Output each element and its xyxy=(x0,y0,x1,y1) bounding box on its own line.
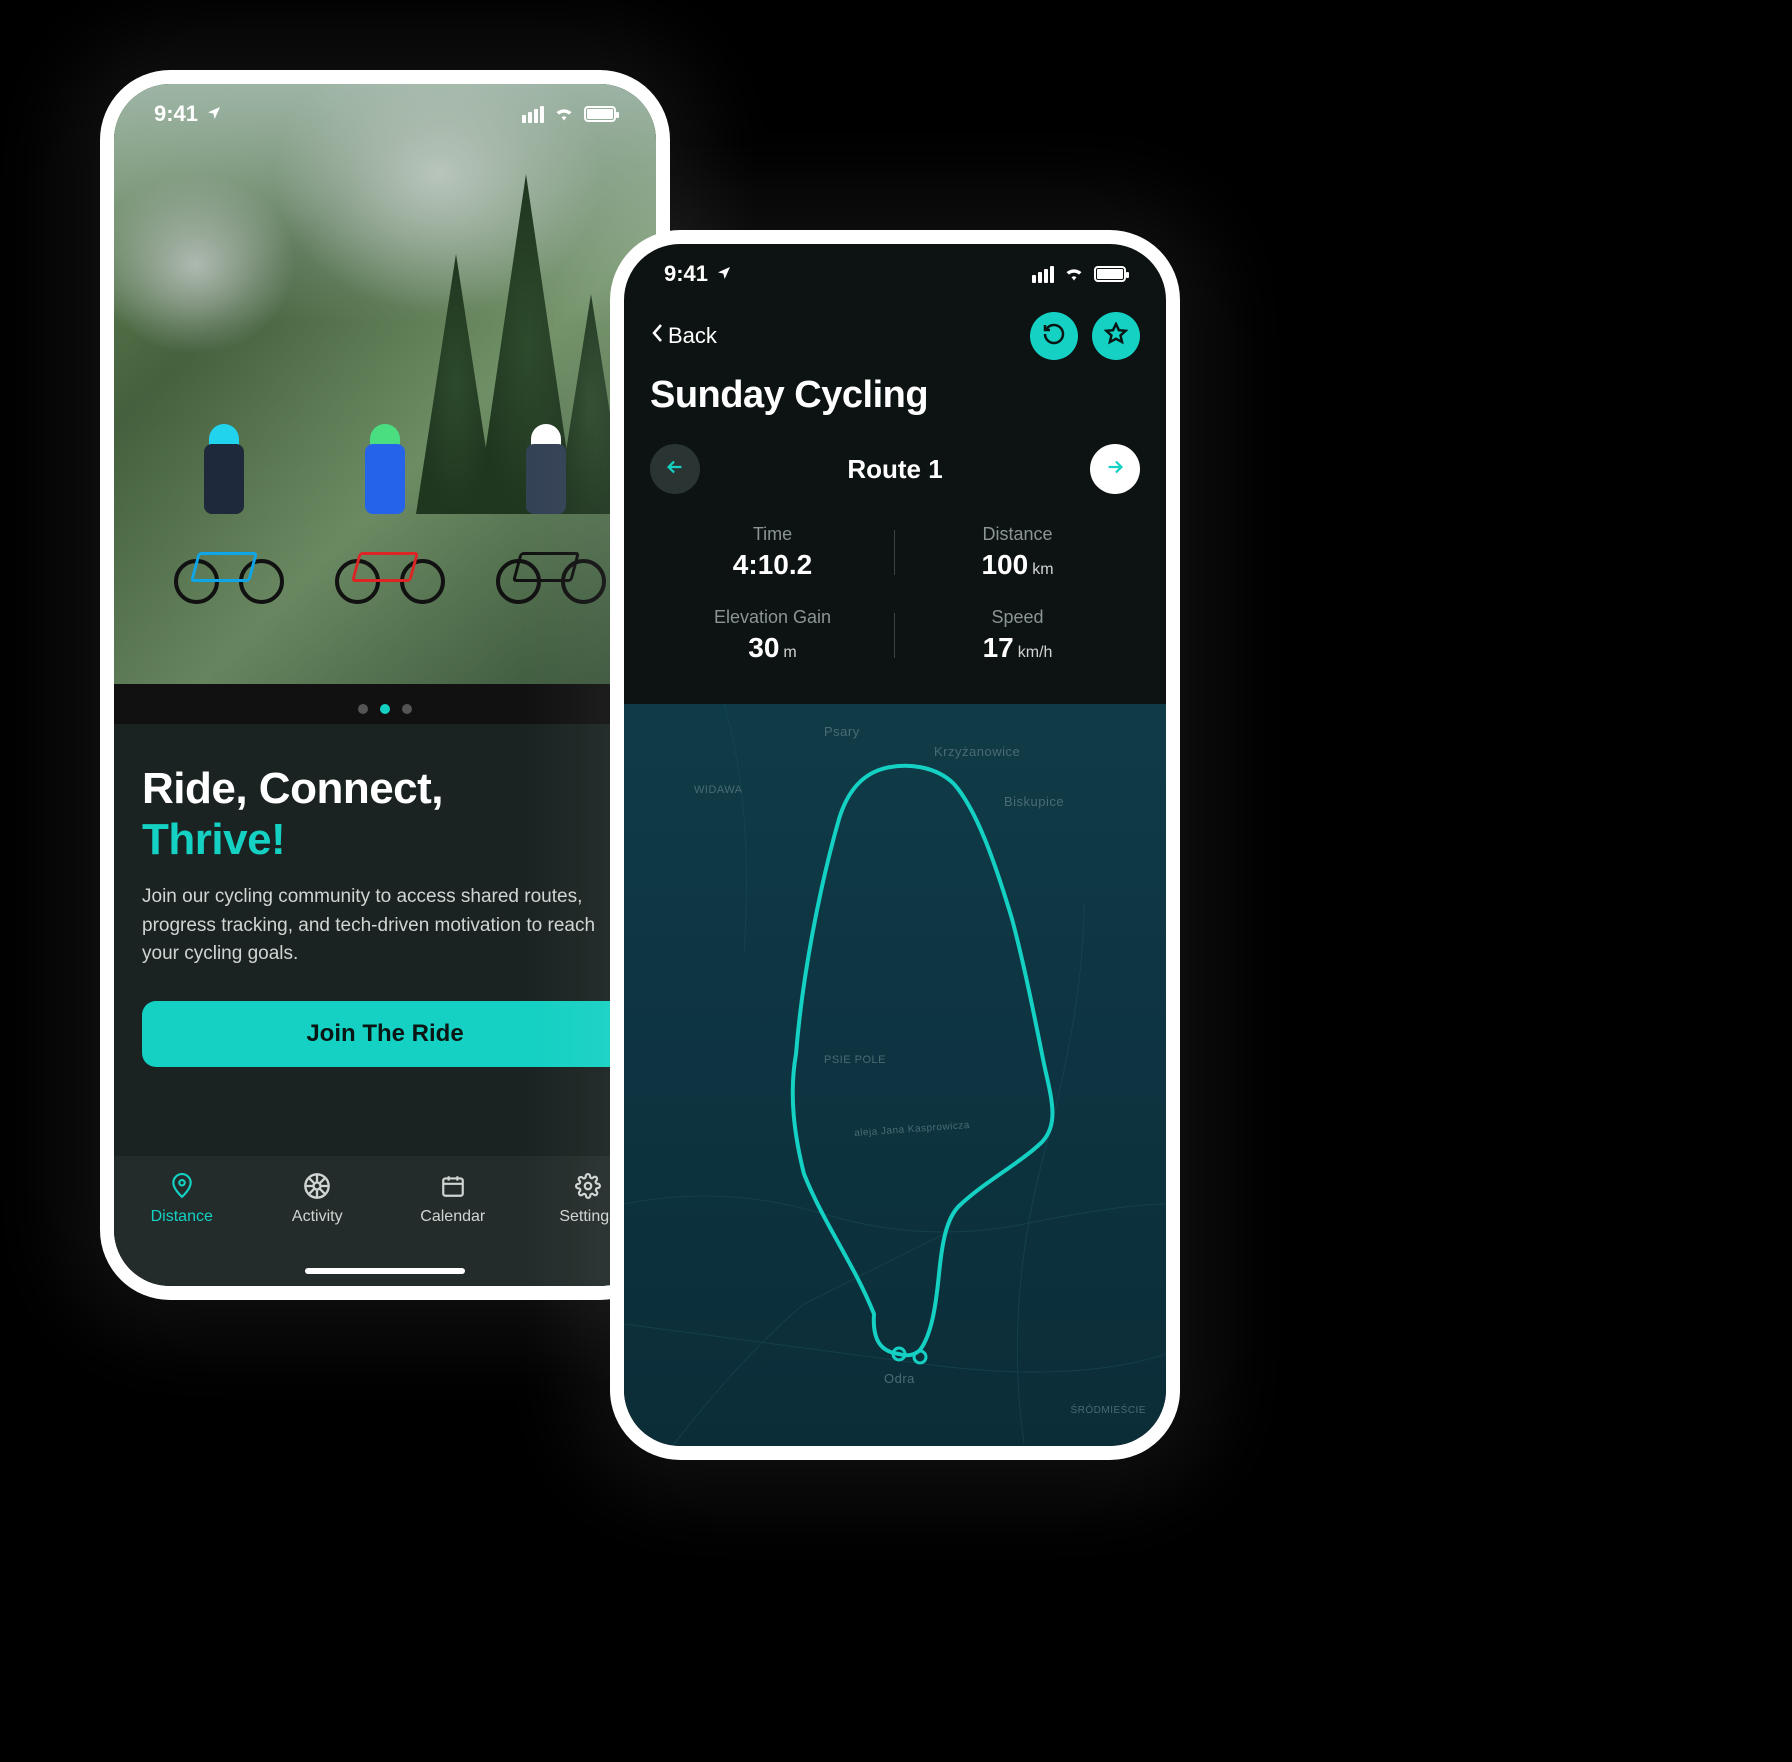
status-time: 9:41 xyxy=(664,261,708,287)
headline-line2: Thrive! xyxy=(142,815,285,864)
home-indicator[interactable] xyxy=(305,1268,465,1274)
status-time: 9:41 xyxy=(154,101,198,127)
cellular-signal-icon xyxy=(522,106,544,123)
stat-unit: km/h xyxy=(1018,644,1053,661)
headline-line1: Ride, Connect, xyxy=(142,764,443,813)
wifi-icon xyxy=(554,101,574,127)
star-icon xyxy=(1104,322,1128,351)
cyclist-illustration xyxy=(164,424,284,604)
stat-distance: Distance 100km xyxy=(895,524,1140,581)
carousel-dot[interactable] xyxy=(358,704,368,714)
location-arrow-icon xyxy=(716,261,732,287)
tab-bar: Distance Activity Calendar Settings xyxy=(114,1156,656,1286)
tab-label: Distance xyxy=(151,1208,213,1226)
stat-speed: Speed 17km/h xyxy=(895,607,1140,664)
route-name: Route 1 xyxy=(847,454,942,485)
route-navigator: Route 1 xyxy=(650,444,1140,494)
cyclist-illustration xyxy=(486,424,606,604)
phone-screen-right: 9:41 Back xyxy=(624,244,1166,1446)
tab-activity[interactable]: Activity xyxy=(267,1170,367,1226)
stat-label: Distance xyxy=(895,524,1140,545)
stat-value: 100 xyxy=(981,549,1028,580)
tab-label: Activity xyxy=(292,1208,343,1226)
stat-value: 30 xyxy=(748,632,779,663)
arrow-right-icon xyxy=(1104,456,1126,483)
calendar-icon xyxy=(437,1170,469,1202)
headline: Ride, Connect, Thrive! xyxy=(142,764,628,865)
route-path xyxy=(624,704,1166,1444)
chevron-left-icon xyxy=(650,323,664,349)
phone-mockup-left: 9:41 xyxy=(100,70,670,1300)
status-bar: 9:41 xyxy=(624,244,1166,304)
gear-icon xyxy=(572,1170,604,1202)
back-label: Back xyxy=(668,323,717,349)
back-button[interactable]: Back xyxy=(650,323,717,349)
carousel-dots[interactable] xyxy=(358,704,412,714)
carousel-dot-active[interactable] xyxy=(380,704,390,714)
refresh-button[interactable] xyxy=(1030,312,1078,360)
phone-mockup-right: 9:41 Back xyxy=(610,230,1180,1460)
hero-image xyxy=(114,84,656,684)
cyclist-illustration xyxy=(325,424,445,604)
location-arrow-icon xyxy=(206,101,222,127)
stat-time: Time 4:10.2 xyxy=(650,524,895,581)
favorite-button[interactable] xyxy=(1092,312,1140,360)
arrow-left-icon xyxy=(664,456,686,483)
stat-label: Speed xyxy=(895,607,1140,628)
tab-calendar[interactable]: Calendar xyxy=(403,1170,503,1226)
tab-label: Calendar xyxy=(420,1208,485,1226)
battery-icon xyxy=(1094,266,1126,282)
wheel-icon xyxy=(301,1170,333,1202)
stat-label: Time xyxy=(650,524,895,545)
stat-label: Elevation Gain xyxy=(650,607,895,628)
tab-label: Settings xyxy=(559,1208,617,1226)
join-the-ride-button[interactable]: Join The Ride xyxy=(142,1001,628,1067)
stats-grid: Time 4:10.2 Distance 100km Elevation Gai… xyxy=(650,524,1140,664)
stat-elevation: Elevation Gain 30m xyxy=(650,607,895,664)
prev-route-button[interactable] xyxy=(650,444,700,494)
wifi-icon xyxy=(1064,261,1084,287)
body-text: Join our cycling community to access sha… xyxy=(142,883,628,969)
refresh-icon xyxy=(1042,322,1066,351)
phone-screen-left: 9:41 xyxy=(114,84,656,1286)
page-title: Sunday Cycling xyxy=(650,374,928,417)
battery-icon xyxy=(584,106,616,122)
cellular-signal-icon xyxy=(1032,266,1054,283)
route-map[interactable]: Psary Krzyżanowice WIDAWA Biskupice PSIE… xyxy=(624,704,1166,1446)
tab-distance[interactable]: Distance xyxy=(132,1170,232,1226)
stat-value: 4:10.2 xyxy=(650,549,895,581)
next-route-button[interactable] xyxy=(1090,444,1140,494)
carousel-dot[interactable] xyxy=(402,704,412,714)
status-bar: 9:41 xyxy=(114,84,656,144)
stat-unit: m xyxy=(783,644,796,661)
stat-value: 17 xyxy=(983,632,1014,663)
stat-unit: km xyxy=(1032,561,1053,578)
map-pin-icon xyxy=(166,1170,198,1202)
top-nav: Back xyxy=(624,312,1166,360)
